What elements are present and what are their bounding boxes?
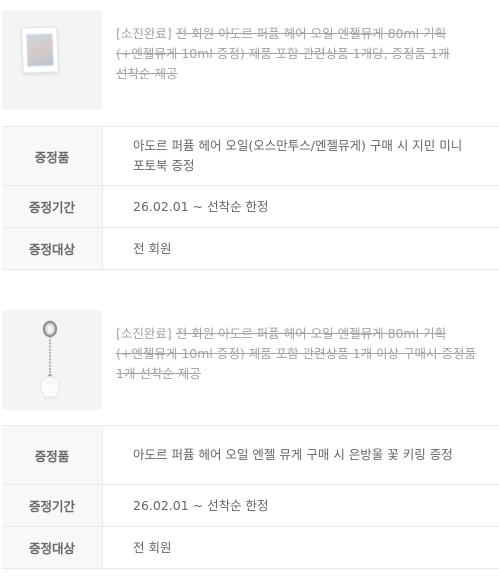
gift-header: [소진완료] 전 회원 아도르 퍼퓸 헤어 오일 엔젤뮤게 80ml 기획 (+… bbox=[0, 300, 499, 410]
table-row: 증정기간 26.02.01 ~ 선착순 한정 bbox=[2, 484, 499, 527]
gift-title: [소진완료] 전 회원 아도르 퍼퓸 헤어 오일 엔젤뮤게 80ml 기획 (+… bbox=[116, 24, 486, 84]
row-label: 증정품 bbox=[2, 126, 103, 186]
gift-block-2: [소진완료] 전 회원 아도르 퍼퓸 헤어 오일 엔젤뮤게 80ml 기획 (+… bbox=[0, 300, 499, 569]
table-row: 증정대상 전 회원 bbox=[2, 526, 499, 569]
row-value: 전 회원 bbox=[133, 240, 172, 256]
row-label: 증정품 bbox=[2, 425, 103, 485]
row-label: 증정대상 bbox=[2, 227, 103, 270]
row-value: 26.02.01 ~ 선착순 한정 bbox=[133, 497, 269, 513]
row-value: 아도르 퍼퓸 헤어 오일(오스만투스/엔젤뮤게) 구매 시 지민 미니 포토북 … bbox=[133, 138, 463, 173]
row-value: 26.02.01 ~ 선착순 한정 bbox=[133, 198, 269, 214]
row-label: 증정대상 bbox=[2, 526, 103, 569]
gift-status: [소진완료] bbox=[116, 326, 172, 341]
gift-info-table: 증정품 아도르 퍼퓸 헤어 오일 엔젤 뮤게 구매 시 은방울 꽃 키링 증정 … bbox=[2, 425, 499, 569]
gift-title: [소진완료] 전 회원 아도르 퍼퓸 헤어 오일 엔젤뮤게 80ml 기획 (+… bbox=[116, 324, 486, 384]
photocard-image bbox=[21, 26, 59, 74]
row-value: 전 회원 bbox=[133, 539, 172, 555]
gift-info-table: 증정품 아도르 퍼퓸 헤어 오일(오스만투스/엔젤뮤게) 구매 시 지민 미니 … bbox=[2, 126, 499, 270]
photocard-photo bbox=[26, 33, 54, 67]
gift-thumbnail-photobook bbox=[2, 10, 102, 110]
gift-header: [소진완료] 전 회원 아도르 퍼퓸 헤어 오일 엔젤뮤게 80ml 기획 (+… bbox=[0, 0, 499, 110]
table-row: 증정품 아도르 퍼퓸 헤어 오일 엔젤 뮤게 구매 시 은방울 꽃 키링 증정 bbox=[2, 425, 499, 485]
row-label: 증정기간 bbox=[2, 185, 103, 228]
table-row: 증정대상 전 회원 bbox=[2, 227, 499, 270]
row-label: 증정기간 bbox=[2, 484, 103, 527]
row-value: 아도르 퍼퓸 헤어 오일 엔젤 뮤게 구매 시 은방울 꽃 키링 증정 bbox=[133, 447, 453, 462]
gift-status: [소진완료] bbox=[116, 26, 172, 41]
gift-block-1: [소진완료] 전 회원 아도르 퍼퓸 헤어 오일 엔젤뮤게 80ml 기획 (+… bbox=[0, 0, 499, 270]
table-row: 증정기간 26.02.01 ~ 선착순 한정 bbox=[2, 185, 499, 228]
gift-thumbnail-keyring bbox=[2, 310, 102, 410]
keyring-icon bbox=[39, 320, 61, 401]
table-row: 증정품 아도르 퍼퓸 헤어 오일(오스만투스/엔젤뮤게) 구매 시 지민 미니 … bbox=[2, 126, 499, 186]
